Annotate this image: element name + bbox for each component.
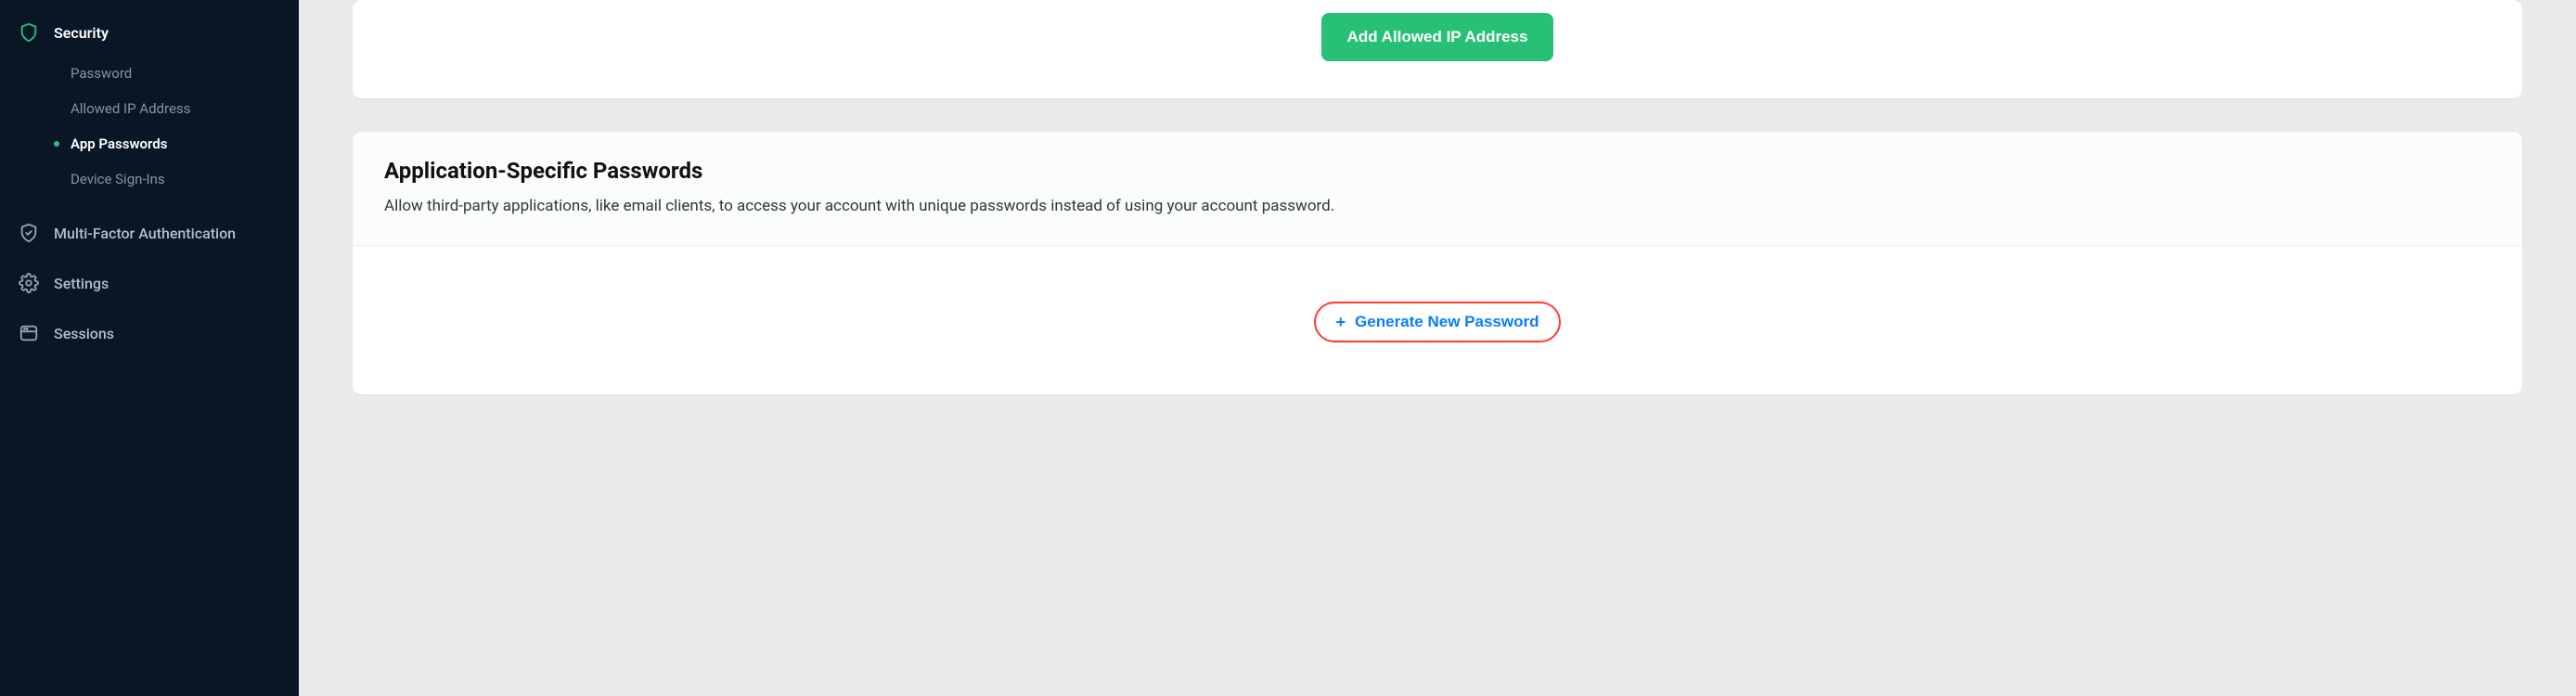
sidebar-item-mfa[interactable]: Multi-Factor Authentication <box>0 208 299 258</box>
shield-check-icon <box>19 223 39 243</box>
sidebar-item-sessions[interactable]: Sessions <box>0 308 299 358</box>
sidebar-subitem-label: Allowed IP Address <box>71 100 190 117</box>
sidebar-subitem-device-signins[interactable]: Device Sign-Ins <box>0 161 299 197</box>
sidebar-subitem-app-passwords[interactable]: App Passwords <box>0 126 299 161</box>
sidebar-item-label: Security <box>54 24 109 42</box>
sidebar-subitems: Password Allowed IP Address App Password… <box>0 56 299 197</box>
sidebar-item-security[interactable]: Security <box>0 9 299 56</box>
main-content: Add Allowed IP Address Application-Speci… <box>299 0 2576 696</box>
plus-icon: + <box>1336 314 1346 330</box>
generate-new-password-button[interactable]: + Generate New Password <box>1314 302 1562 342</box>
allowed-ip-card: Add Allowed IP Address <box>353 0 2522 98</box>
sidebar-subitem-label: Password <box>71 65 132 82</box>
sidebar-item-label: Sessions <box>54 325 114 342</box>
sidebar-subitem-label: Device Sign-Ins <box>71 171 165 187</box>
sidebar-item-settings[interactable]: Settings <box>0 258 299 308</box>
app-passwords-card: Application-Specific Passwords Allow thi… <box>353 132 2522 394</box>
gear-icon <box>19 273 39 293</box>
sidebar-subitem-password[interactable]: Password <box>0 56 299 91</box>
card-title: Application-Specific Passwords <box>384 158 2491 184</box>
card-description: Allow third-party applications, like ema… <box>384 195 2491 219</box>
sidebar-item-label: Multi-Factor Authentication <box>54 225 236 242</box>
card-body: + Generate New Password <box>353 246 2522 394</box>
shield-icon <box>19 22 39 43</box>
card-header: Application-Specific Passwords Allow thi… <box>353 132 2522 246</box>
sidebar-subitem-label: App Passwords <box>71 135 167 152</box>
sessions-icon <box>19 323 39 343</box>
sidebar-item-label: Settings <box>54 275 109 292</box>
generate-button-label: Generate New Password <box>1355 313 1539 331</box>
sidebar: Security Password Allowed IP Address App… <box>0 0 299 696</box>
sidebar-subitem-allowed-ip[interactable]: Allowed IP Address <box>0 91 299 126</box>
add-allowed-ip-button[interactable]: Add Allowed IP Address <box>1321 13 1554 61</box>
